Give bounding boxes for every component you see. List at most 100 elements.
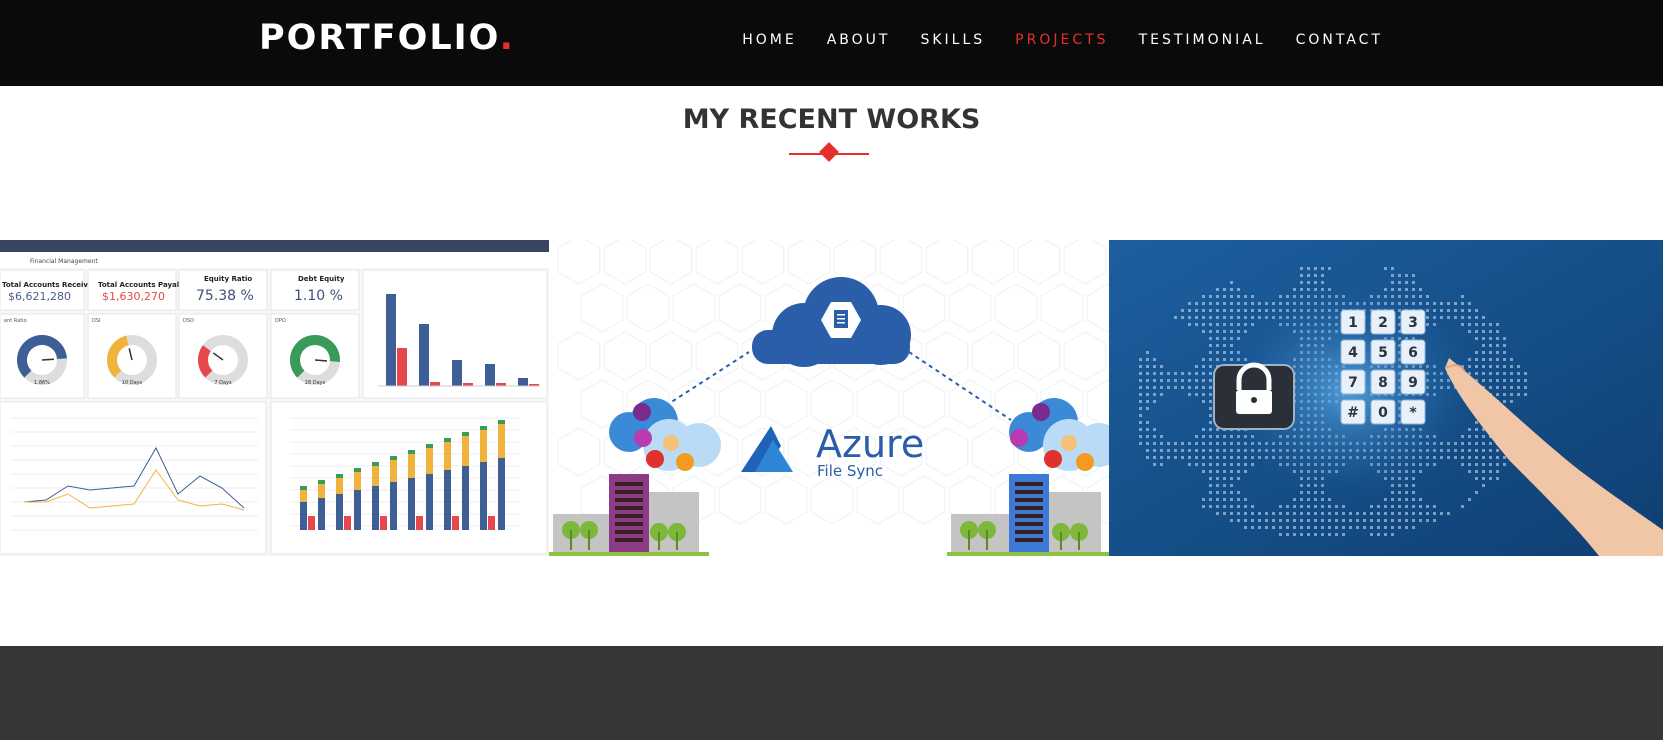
map-dot — [1412, 512, 1415, 515]
hex-cell — [948, 283, 992, 333]
azure-title: Azure — [816, 422, 924, 466]
hex-cell — [1017, 331, 1061, 381]
map-dot — [1489, 386, 1492, 389]
nav-skills[interactable]: SKILLS — [920, 32, 985, 48]
map-dot — [1188, 449, 1191, 452]
hex-cell — [810, 379, 854, 429]
map-dot — [1209, 393, 1212, 396]
map-dot — [1461, 505, 1464, 508]
hex-cell — [925, 331, 969, 381]
map-dot — [1503, 400, 1506, 403]
map-dot — [1230, 456, 1233, 459]
keypad-key-label: 3 — [1408, 315, 1418, 331]
map-dot — [1139, 365, 1142, 368]
map-dot — [1482, 323, 1485, 326]
map-dot — [1279, 526, 1282, 529]
aging-bar-receivable — [518, 378, 528, 386]
map-dot — [1314, 526, 1317, 529]
hex-cell — [557, 331, 601, 381]
building-floor-window — [615, 482, 643, 486]
map-dot — [1356, 519, 1359, 522]
map-dot — [1202, 372, 1205, 375]
map-dot — [1475, 330, 1478, 333]
map-dot — [1426, 512, 1429, 515]
map-dot — [1209, 302, 1212, 305]
map-dot — [1216, 316, 1219, 319]
keypad-key-label: 1 — [1348, 315, 1358, 331]
map-dot — [1398, 526, 1401, 529]
building-floor-window — [1015, 482, 1043, 486]
project-card-security[interactable]: 1 2 3 4 5 6 7 8 9 #0 * — [1109, 240, 1663, 556]
nav-about[interactable]: ABOUT — [827, 32, 891, 48]
map-dot — [1419, 288, 1422, 291]
map-dot — [1391, 267, 1394, 270]
project-card-azure[interactable]: Azure File Sync — [549, 240, 1109, 556]
map-dot — [1202, 456, 1205, 459]
nav-contact[interactable]: CONTACT — [1296, 32, 1383, 48]
map-dot — [1216, 358, 1219, 361]
map-dot — [1223, 288, 1226, 291]
brand-name: PORTFOLIO — [259, 18, 500, 58]
map-dot — [1230, 316, 1233, 319]
padlock-icon — [1213, 362, 1295, 430]
map-dot — [1251, 309, 1254, 312]
map-dot — [1209, 470, 1212, 473]
nav-projects[interactable]: PROJECTS — [1015, 32, 1108, 48]
map-dot — [1321, 498, 1324, 501]
map-dot — [1230, 337, 1233, 340]
map-dot — [1482, 365, 1485, 368]
map-dot — [1468, 463, 1471, 466]
map-dot — [1321, 533, 1324, 536]
map-dot — [1146, 428, 1149, 431]
map-dot — [1314, 533, 1317, 536]
map-dot — [1202, 386, 1205, 389]
map-dot — [1188, 302, 1191, 305]
map-dot — [1419, 295, 1422, 298]
keypad-key-label: 6 — [1408, 345, 1418, 361]
brand-logo[interactable]: PORTFOLIO. — [259, 18, 515, 58]
map-dot — [1496, 337, 1499, 340]
map-dot — [1181, 449, 1184, 452]
project-card-dashboard[interactable]: Financial Management Total Accounts Rece… — [0, 240, 549, 556]
hex-cell — [1063, 240, 1107, 285]
map-dot — [1489, 470, 1492, 473]
map-dot — [1503, 358, 1506, 361]
map-dot — [1482, 449, 1485, 452]
map-dot — [1300, 505, 1303, 508]
map-dot — [1496, 372, 1499, 375]
map-dot — [1237, 505, 1240, 508]
map-dot — [1160, 435, 1163, 438]
stack-bar-red — [344, 516, 351, 530]
map-dot — [1181, 379, 1184, 382]
top-navbar: PORTFOLIO. HOME ABOUT SKILLS PROJECTS TE… — [0, 0, 1663, 86]
hex-cell — [649, 240, 693, 285]
map-dot — [1216, 309, 1219, 312]
nav-home[interactable]: HOME — [742, 32, 796, 48]
map-dot — [1244, 526, 1247, 529]
map-dot — [1202, 295, 1205, 298]
map-dot — [1230, 519, 1233, 522]
map-dot — [1230, 323, 1233, 326]
security-thumbnail: 1 2 3 4 5 6 7 8 9 # 0 * — [1109, 240, 1663, 556]
map-dot — [1405, 505, 1408, 508]
aging-bar-receivable — [485, 364, 495, 386]
map-dot — [1202, 435, 1205, 438]
map-dot — [1251, 505, 1254, 508]
map-dot — [1461, 463, 1464, 466]
gauge-fill — [198, 345, 213, 378]
map-dot — [1209, 477, 1212, 480]
map-dot — [1370, 505, 1373, 508]
stack-bar-red — [380, 516, 387, 530]
map-dot — [1482, 358, 1485, 361]
map-dot — [1517, 386, 1520, 389]
map-dot — [1300, 281, 1303, 284]
nav-testimonial[interactable]: TESTIMONIAL — [1139, 32, 1266, 48]
building-floor-window — [615, 522, 643, 526]
keypad-key-label: 7 — [1348, 375, 1358, 391]
map-dot — [1195, 379, 1198, 382]
map-dot — [1328, 505, 1331, 508]
hex-cell — [1040, 283, 1084, 333]
map-dot — [1293, 505, 1296, 508]
map-dot — [1216, 288, 1219, 291]
map-dot — [1195, 449, 1198, 452]
